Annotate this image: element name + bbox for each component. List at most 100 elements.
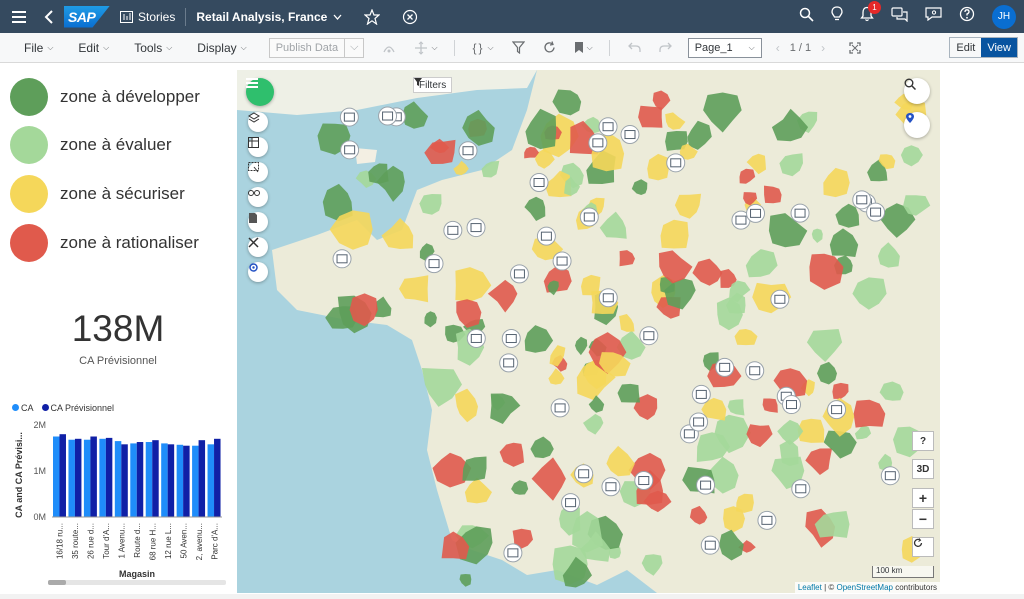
store-marker-icon[interactable] (340, 140, 360, 160)
discussions-icon[interactable] (891, 6, 908, 27)
store-marker-icon[interactable] (424, 254, 444, 274)
map-zone[interactable] (900, 145, 923, 167)
store-marker-icon[interactable] (827, 400, 847, 420)
layers-icon[interactable] (248, 112, 268, 132)
store-marker-icon[interactable] (561, 493, 581, 513)
map-zone[interactable] (368, 163, 389, 184)
map-zone[interactable] (399, 275, 429, 303)
notifications-bell-icon[interactable]: 1 (860, 1, 881, 27)
store-marker-icon[interactable] (503, 543, 523, 563)
chevron-down-icon[interactable]: ⌵ (344, 38, 363, 57)
store-marker-icon[interactable] (790, 203, 810, 223)
zoom-out-button[interactable]: − (912, 509, 934, 529)
map-view[interactable]: Filters ? 3D + − 100 km Leaflet | © Open… (237, 70, 940, 593)
map-3d-button[interactable]: 3D (912, 459, 934, 479)
map-zone[interactable] (660, 219, 689, 249)
map-zone[interactable] (490, 393, 521, 425)
publish-data-button[interactable]: Publish Data ⌵ (268, 37, 365, 58)
map-zone[interactable] (811, 228, 823, 243)
map-zone[interactable] (641, 554, 663, 576)
stories-nav[interactable]: Stories (120, 10, 175, 24)
store-marker-icon[interactable] (443, 220, 463, 240)
map-zone[interactable] (419, 194, 442, 215)
close-circle-icon[interactable] (402, 9, 418, 25)
store-marker-icon[interactable] (746, 203, 766, 223)
store-marker-icon[interactable] (501, 329, 521, 349)
store-marker-icon[interactable] (529, 173, 549, 193)
map-zone[interactable] (692, 258, 723, 286)
map-zone[interactable] (455, 267, 492, 302)
help-icon[interactable] (959, 6, 975, 27)
display-menu[interactable]: Display ⌵ (197, 41, 246, 55)
store-marker-icon[interactable] (791, 479, 811, 499)
leaflet-link[interactable]: Leaflet (798, 583, 822, 592)
store-marker-icon[interactable] (509, 264, 529, 284)
map-search-icon[interactable] (904, 78, 930, 104)
store-marker-icon[interactable] (598, 288, 618, 308)
map-menu-button[interactable] (246, 78, 274, 106)
map-zone[interactable] (879, 381, 904, 401)
map-zone[interactable] (401, 101, 429, 129)
store-marker-icon[interactable] (745, 361, 765, 381)
store-marker-icon[interactable] (689, 412, 709, 432)
store-marker-icon[interactable] (598, 117, 618, 137)
map-zone[interactable] (805, 448, 833, 475)
filter-icon[interactable] (511, 41, 525, 54)
map-zone[interactable] (453, 160, 469, 176)
next-page-icon[interactable]: › (821, 41, 825, 55)
sap-logo[interactable]: SAP (64, 5, 110, 28)
map-zone[interactable] (575, 336, 588, 356)
reset-view-icon[interactable] (912, 537, 934, 557)
map-zone[interactable] (530, 436, 554, 459)
map-zone[interactable] (762, 398, 778, 413)
lightbulb-icon[interactable] (831, 6, 843, 27)
map-zone[interactable] (764, 185, 782, 204)
zoom-in-button[interactable]: + (912, 488, 934, 508)
store-marker-icon[interactable] (866, 202, 886, 222)
map-zone[interactable] (687, 120, 712, 150)
fullscreen-icon[interactable] (849, 41, 861, 54)
map-zone[interactable] (456, 299, 482, 328)
store-marker-icon[interactable] (696, 475, 716, 495)
map-zone[interactable] (525, 108, 557, 150)
bookmark-icon[interactable]: ⌵ (574, 41, 593, 54)
lasso-select-icon[interactable] (248, 162, 268, 182)
menu-icon[interactable] (0, 0, 38, 33)
map-zone[interactable] (464, 477, 492, 504)
map-zone[interactable] (617, 383, 641, 403)
map-zone[interactable] (727, 399, 745, 416)
map-zone[interactable] (552, 89, 582, 116)
map-zone[interactable] (631, 179, 648, 195)
map-zone[interactable] (853, 399, 886, 428)
store-marker-icon[interactable] (639, 326, 659, 346)
store-marker-icon[interactable] (499, 353, 519, 373)
store-marker-icon[interactable] (620, 125, 640, 145)
map-zone[interactable] (583, 413, 604, 435)
map-zone[interactable] (606, 445, 635, 477)
page-selector[interactable]: Page_1 ⌵ (687, 37, 762, 58)
osm-link[interactable]: OpenStreetMap (836, 583, 892, 592)
store-marker-icon[interactable] (588, 133, 608, 153)
tools-menu[interactable]: Tools ⌵ (134, 41, 172, 55)
map-zone[interactable] (424, 311, 437, 328)
map-help-button[interactable]: ? (912, 431, 934, 451)
map-zone[interactable] (806, 329, 843, 362)
feedback-icon[interactable] (925, 7, 942, 26)
store-marker-icon[interactable] (666, 153, 686, 173)
map-zone[interactable] (524, 196, 546, 221)
map-zone[interactable] (689, 505, 708, 525)
map-zone[interactable] (835, 203, 860, 228)
map-zone[interactable] (531, 457, 566, 501)
store-marker-icon[interactable] (550, 398, 570, 418)
store-marker-icon[interactable] (634, 471, 654, 491)
store-marker-icon[interactable] (332, 249, 352, 269)
store-marker-icon[interactable] (579, 207, 599, 227)
store-marker-icon[interactable] (466, 328, 486, 348)
settings-icon[interactable] (248, 262, 268, 282)
data-table-icon[interactable] (248, 137, 268, 157)
map-zone[interactable] (599, 211, 627, 239)
store-marker-icon[interactable] (691, 384, 711, 404)
map-zone[interactable] (487, 279, 518, 313)
file-menu[interactable]: File ⌵ (24, 41, 53, 55)
map-zone[interactable] (638, 105, 663, 128)
